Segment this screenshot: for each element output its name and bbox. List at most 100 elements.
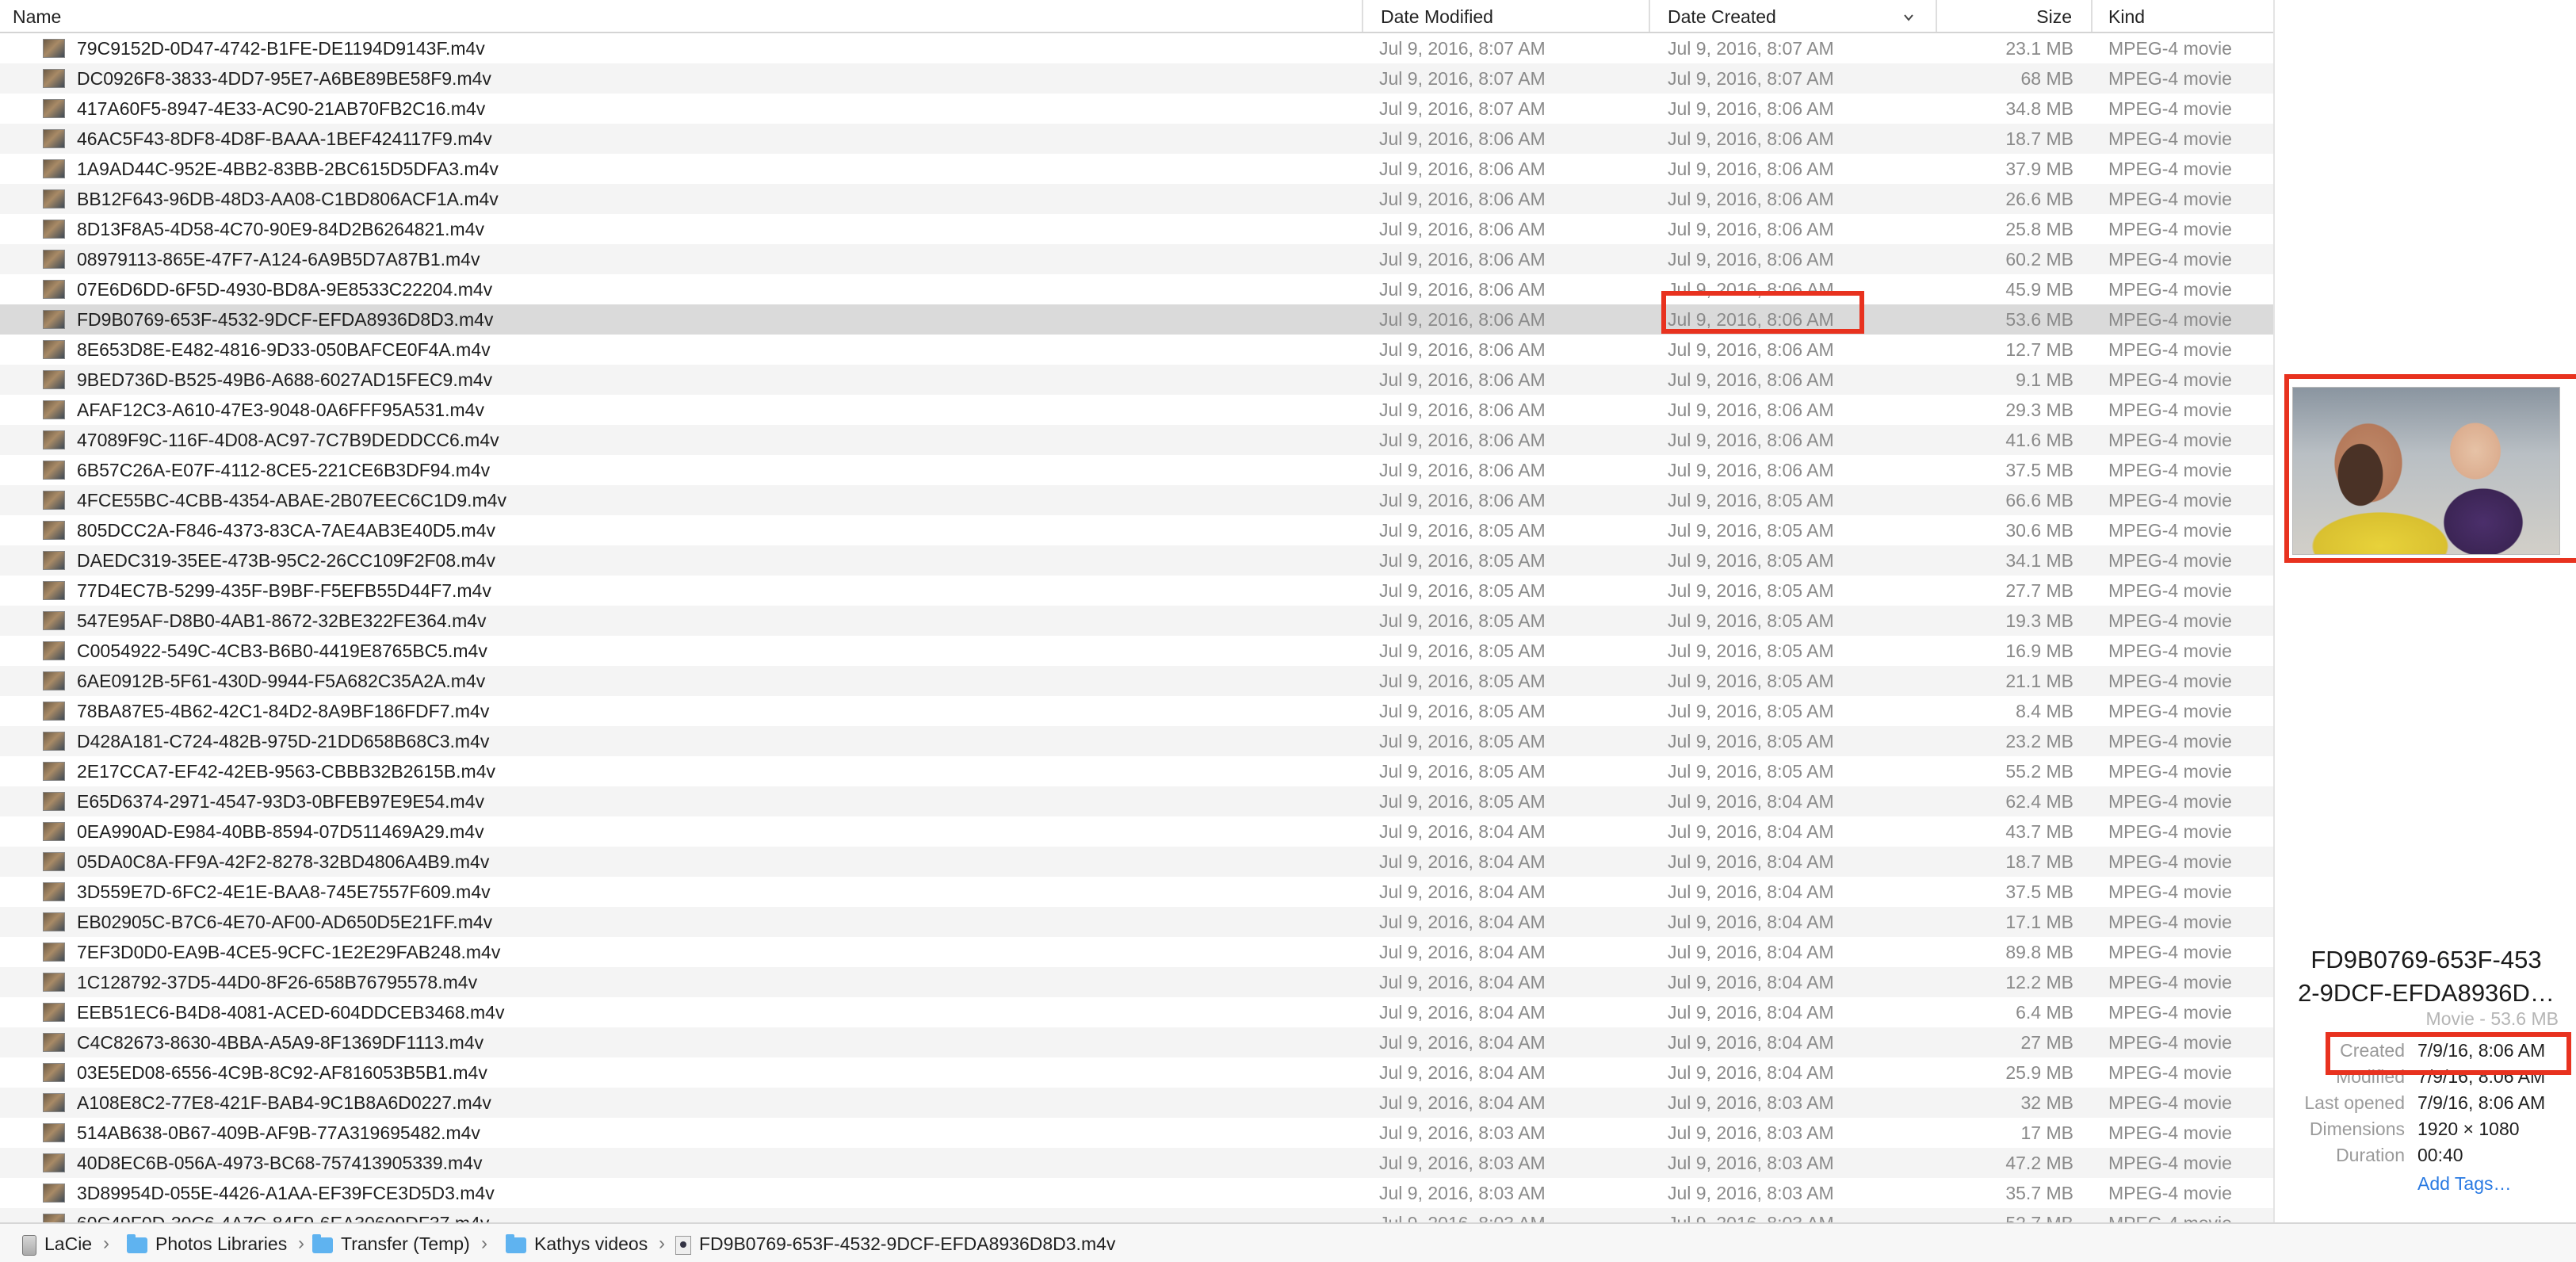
table-row[interactable]: 9BED736D-B525-49B6-A688-6027AD15FEC9.m4v…: [0, 365, 2273, 395]
table-row[interactable]: 805DCC2A-F846-4373-83CA-7AE4AB3E40D5.m4v…: [0, 515, 2273, 545]
table-row[interactable]: 60C49F0D-30C6-4A7C-84F9-6EA30609DF37.m4v…: [0, 1208, 2273, 1222]
breadcrumb-item[interactable]: FD9B0769-653F-4532-9DCF-EFDA8936D8D3.m4v: [675, 1232, 1115, 1256]
column-date-created[interactable]: Date Created: [1650, 0, 1937, 32]
column-size[interactable]: Size: [1937, 0, 2093, 32]
date-created: Jul 9, 2016, 8:06 AM: [1668, 339, 1834, 360]
date-modified: Jul 9, 2016, 8:06 AM: [1379, 430, 1546, 450]
breadcrumb-item[interactable]: Kathys videos: [506, 1232, 648, 1256]
file-name: 805DCC2A-F846-4373-83CA-7AE4AB3E40D5.m4v: [77, 520, 496, 541]
folder-icon: [312, 1233, 333, 1253]
movie-thumbnail-icon: [43, 400, 65, 419]
file-name: 1A9AD44C-952E-4BB2-83BB-2BC615D5DFA3.m4v: [77, 159, 499, 179]
table-row[interactable]: D428A181-C724-482B-975D-21DD658B68C3.m4v…: [0, 726, 2273, 756]
table-row[interactable]: 47089F9C-116F-4D08-AC97-7C7B9DEDDCC6.m4v…: [0, 425, 2273, 455]
table-row[interactable]: AFAF12C3-A610-47E3-9048-0A6FFF95A531.m4v…: [0, 395, 2273, 425]
table-row[interactable]: EEB51EC6-B4D8-4081-ACED-604DDCEB3468.m4v…: [0, 997, 2273, 1027]
table-row[interactable]: 7EF3D0D0-EA9B-4CE5-9CFC-1E2E29FAB248.m4v…: [0, 937, 2273, 967]
file-name: 3D559E7D-6FC2-4E1E-BAA8-745E7557F609.m4v: [77, 881, 491, 902]
breadcrumb-item[interactable]: Transfer (Temp): [312, 1232, 470, 1256]
table-row[interactable]: 1C128792-37D5-44D0-8F26-658B76795578.m4v…: [0, 967, 2273, 997]
table-row[interactable]: BB12F643-96DB-48D3-AA08-C1BD806ACF1A.m4v…: [0, 184, 2273, 214]
file-name: 6B57C26A-E07F-4112-8CE5-221CE6B3DF94.m4v: [77, 460, 491, 480]
table-row[interactable]: 3D89954D-055E-4426-A1AA-EF39FCE3D5D3.m4v…: [0, 1178, 2273, 1208]
column-name[interactable]: Name: [0, 0, 1363, 32]
date-modified: Jul 9, 2016, 8:04 AM: [1379, 881, 1546, 902]
chevron-right-icon: ›: [659, 1233, 665, 1254]
table-row[interactable]: A108E8C2-77E8-421F-BAB4-9C1B8A6D0227.m4v…: [0, 1088, 2273, 1118]
movie-thumbnail-icon: [43, 430, 65, 449]
file-size: 35.7 MB: [2005, 1183, 2073, 1203]
table-row[interactable]: 78BA87E5-4B62-42C1-84D2-8A9BF186FDF7.m4v…: [0, 696, 2273, 726]
file-kind: MPEG-4 movie: [2108, 430, 2232, 450]
meta-label: Last opened: [2304, 1092, 2405, 1113]
file-name: 4FCE55BC-4CBB-4354-ABAE-2B07EEC6C1D9.m4v: [77, 490, 507, 511]
file-rows: 79C9152D-0D47-4742-B1FE-DE1194D9143F.m4v…: [0, 33, 2273, 1222]
date-created: Jul 9, 2016, 8:04 AM: [1668, 851, 1834, 872]
file-size: 45.9 MB: [2005, 279, 2073, 300]
table-row[interactable]: 547E95AF-D8B0-4AB1-8672-32BE322FE364.m4v…: [0, 606, 2273, 636]
table-row[interactable]: 8D13F8A5-4D58-4C70-90E9-84D2B6264821.m4v…: [0, 214, 2273, 244]
preview-title-line1: FD9B0769-653F-453: [2310, 946, 2542, 973]
table-row[interactable]: FD9B0769-653F-4532-9DCF-EFDA8936D8D3.m4v…: [0, 304, 2273, 335]
table-row[interactable]: 07E6D6DD-6F5D-4930-BD8A-9E8533C22204.m4v…: [0, 274, 2273, 304]
file-name: 03E5ED08-6556-4C9B-8C92-AF816053B5B1.m4v: [77, 1062, 487, 1083]
file-size: 16.9 MB: [2005, 641, 2073, 661]
preview-thumbnail[interactable]: [2292, 387, 2560, 555]
add-tags-link[interactable]: Add Tags…: [2417, 1173, 2511, 1195]
file-kind: MPEG-4 movie: [2108, 881, 2232, 902]
column-kind[interactable]: Kind: [2093, 0, 2273, 32]
file-size: 55.2 MB: [2005, 761, 2073, 782]
chevron-down-icon[interactable]: [1904, 13, 1913, 22]
table-row[interactable]: 0EA990AD-E984-40BB-8594-07D511469A29.m4v…: [0, 816, 2273, 847]
file-name: 47089F9C-116F-4D08-AC97-7C7B9DEDDCC6.m4v: [77, 430, 499, 450]
movie-thumbnail-icon: [43, 762, 65, 781]
table-row[interactable]: 2E17CCA7-EF42-42EB-9563-CBBB32B2615B.m4v…: [0, 756, 2273, 786]
file-size: 18.7 MB: [2005, 851, 2073, 872]
file-kind: MPEG-4 movie: [2108, 1208, 2232, 1222]
file-name: 78BA87E5-4B62-42C1-84D2-8A9BF186FDF7.m4v: [77, 701, 490, 721]
meta-label: Duration: [2336, 1145, 2405, 1165]
table-row[interactable]: 46AC5F43-8DF8-4D8F-BAAA-1BEF424117F9.m4v…: [0, 124, 2273, 154]
meta-value: 00:40: [2417, 1145, 2463, 1165]
date-modified: Jul 9, 2016, 8:07 AM: [1379, 68, 1546, 89]
table-row[interactable]: 40D8EC6B-056A-4973-BC68-757413905339.m4v…: [0, 1148, 2273, 1178]
date-created: Jul 9, 2016, 8:06 AM: [1668, 128, 1834, 149]
table-row[interactable]: 1A9AD44C-952E-4BB2-83BB-2BC615D5DFA3.m4v…: [0, 154, 2273, 184]
file-size: 25.8 MB: [2005, 219, 2073, 239]
table-row[interactable]: 08979113-865E-47F7-A124-6A9B5D7A87B1.m4v…: [0, 244, 2273, 274]
table-row[interactable]: 03E5ED08-6556-4C9B-8C92-AF816053B5B1.m4v…: [0, 1057, 2273, 1088]
date-created: Jul 9, 2016, 8:05 AM: [1668, 701, 1834, 721]
table-row[interactable]: 6B57C26A-E07F-4112-8CE5-221CE6B3DF94.m4v…: [0, 455, 2273, 485]
date-created: Jul 9, 2016, 8:07 AM: [1668, 38, 1834, 59]
file-size: 43.7 MB: [2005, 821, 2073, 842]
file-name: 2E17CCA7-EF42-42EB-9563-CBBB32B2615B.m4v: [77, 761, 496, 782]
date-created: Jul 9, 2016, 8:03 AM: [1668, 1092, 1834, 1113]
file-size: 17.1 MB: [2005, 912, 2073, 932]
file-size: 25.9 MB: [2005, 1062, 2073, 1083]
column-date-modified[interactable]: Date Modified: [1363, 0, 1650, 32]
table-row[interactable]: 6AE0912B-5F61-430D-9944-F5A682C35A2A.m4v…: [0, 666, 2273, 696]
movie-thumbnail-icon: [43, 39, 65, 58]
breadcrumb-item[interactable]: LaCie: [22, 1232, 92, 1256]
table-row[interactable]: 417A60F5-8947-4E33-AC90-21AB70FB2C16.m4v…: [0, 94, 2273, 124]
file-size: 6.4 MB: [2016, 1002, 2073, 1023]
table-row[interactable]: C4C82673-8630-4BBA-A5A9-8F1369DF1113.m4v…: [0, 1027, 2273, 1057]
file-size: 62.4 MB: [2005, 791, 2073, 812]
table-row[interactable]: EB02905C-B7C6-4E70-AF00-AD650D5E21FF.m4v…: [0, 907, 2273, 937]
table-row[interactable]: 4FCE55BC-4CBB-4354-ABAE-2B07EEC6C1D9.m4v…: [0, 485, 2273, 515]
table-row[interactable]: DC0926F8-3833-4DD7-95E7-A6BE89BE58F9.m4v…: [0, 63, 2273, 94]
file-name: 07E6D6DD-6F5D-4930-BD8A-9E8533C22204.m4v: [77, 279, 493, 300]
table-row[interactable]: E65D6374-2971-4547-93D3-0BFEB97E9E54.m4v…: [0, 786, 2273, 816]
drive-icon: [22, 1234, 36, 1256]
table-row[interactable]: 05DA0C8A-FF9A-42F2-8278-32BD4806A4B9.m4v…: [0, 847, 2273, 877]
breadcrumb-item[interactable]: Photos Libraries: [127, 1232, 287, 1256]
table-row[interactable]: C0054922-549C-4CB3-B6B0-4419E8765BC5.m4v…: [0, 636, 2273, 666]
table-row[interactable]: DAEDC319-35EE-473B-95C2-26CC109F2F08.m4v…: [0, 545, 2273, 576]
table-row[interactable]: 77D4EC7B-5299-435F-B9BF-F5EFB55D44F7.m4v…: [0, 576, 2273, 606]
table-row[interactable]: 79C9152D-0D47-4742-B1FE-DE1194D9143F.m4v…: [0, 33, 2273, 63]
table-row[interactable]: 8E653D8E-E482-4816-9D33-050BAFCE0F4A.m4v…: [0, 335, 2273, 365]
preview-subtitle: Movie - 53.6 MB: [2425, 1008, 2559, 1029]
table-row[interactable]: 514AB638-0B67-409B-AF9B-77A319695482.m4v…: [0, 1118, 2273, 1148]
file-name: C0054922-549C-4CB3-B6B0-4419E8765BC5.m4v: [77, 641, 487, 661]
table-row[interactable]: 3D559E7D-6FC2-4E1E-BAA8-745E7557F609.m4v…: [0, 877, 2273, 907]
